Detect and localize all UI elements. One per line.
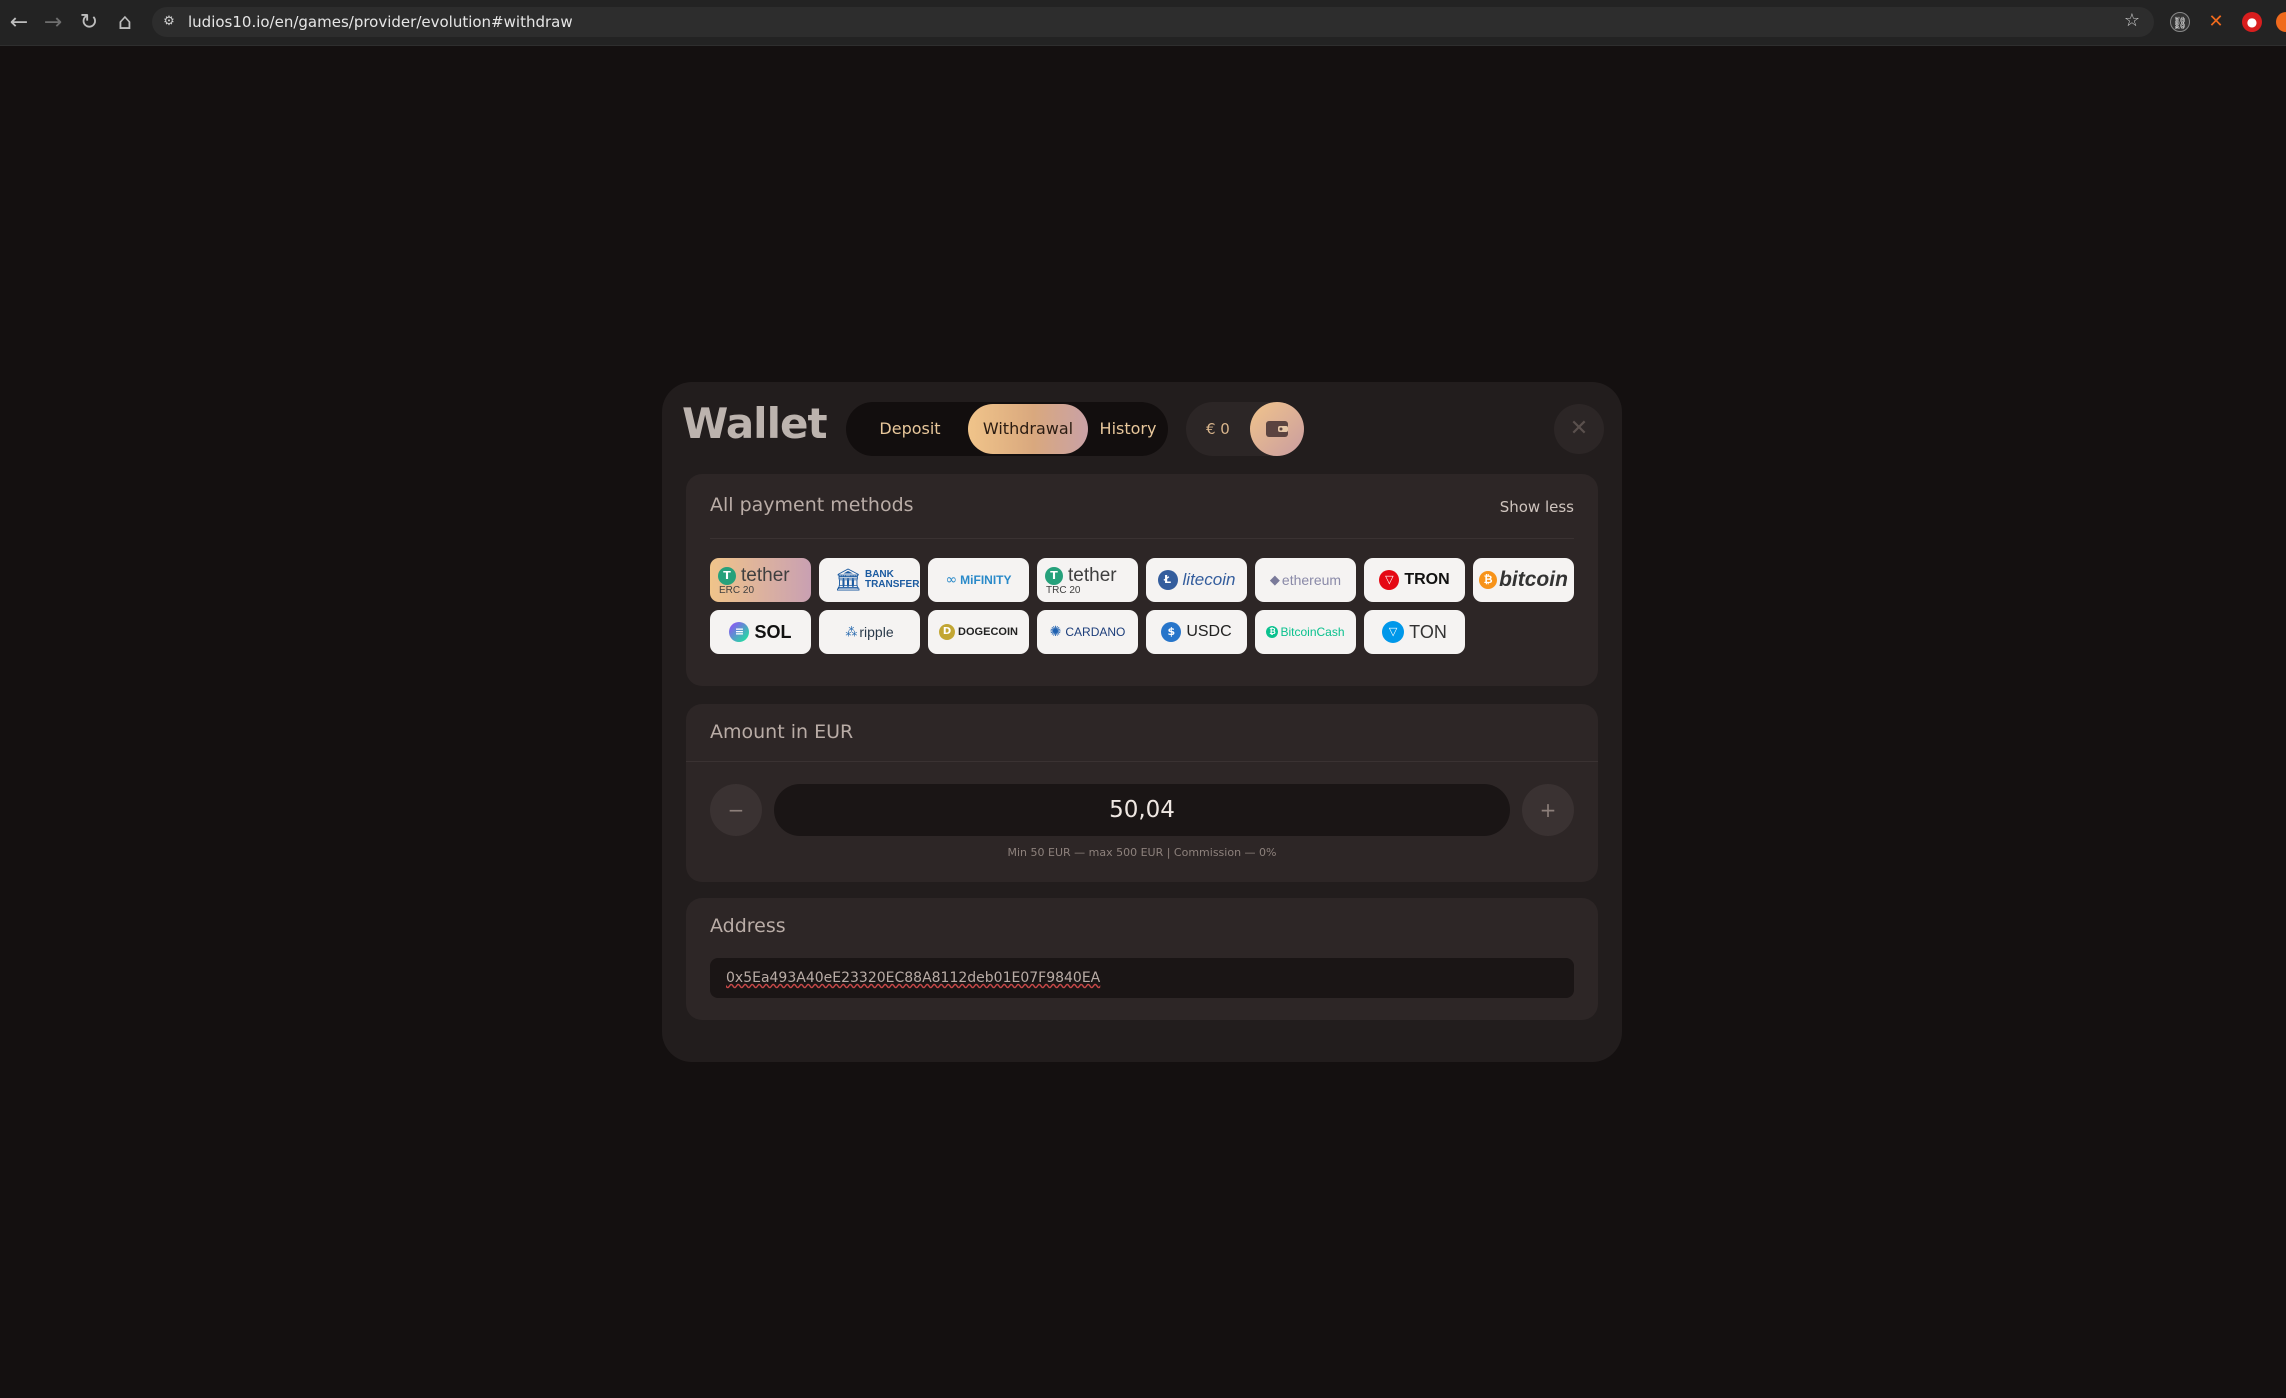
bookmark-star-icon[interactable]: ☆: [2124, 10, 2140, 31]
method-sol[interactable]: ≡ SOL: [710, 610, 811, 654]
extension-partial-icon[interactable]: [2276, 12, 2286, 32]
method-ethereum[interactable]: ◆ ethereum: [1255, 558, 1356, 602]
tab-history[interactable]: History: [1096, 402, 1160, 456]
balance-pill: € 0: [1186, 402, 1304, 456]
amount-heading: Amount in EUR: [710, 721, 854, 743]
wallet-tabs: Deposit Withdrawal History: [846, 402, 1168, 456]
forward-icon[interactable]: →: [40, 10, 66, 36]
decrease-button[interactable]: −: [710, 784, 762, 836]
method-dogecoin[interactable]: D DOGECOIN: [928, 610, 1029, 654]
payment-methods-card: All payment methods Show less Ttether ER…: [686, 474, 1598, 686]
increase-button[interactable]: +: [1522, 784, 1574, 836]
reload-icon[interactable]: ↻: [76, 10, 102, 36]
ethereum-icon: ◆: [1269, 572, 1280, 588]
amount-card: Amount in EUR − 50,04 + Min 50 EUR — max…: [686, 704, 1598, 882]
bitcoin-icon: ₿: [1479, 571, 1498, 589]
address-input[interactable]: 0x5Ea493A40eE23320EC88A8112deb01E07F9840…: [710, 958, 1574, 998]
address-card: Address 0x5Ea493A40eE23320EC88A8112deb01…: [686, 898, 1598, 1020]
extension-red-icon[interactable]: ●: [2242, 12, 2262, 32]
ripple-icon: ⁂: [845, 625, 858, 639]
ton-icon: ▽: [1382, 621, 1405, 643]
bitcoin-cash-icon: ₿: [1266, 626, 1279, 638]
browser-toolbar: ← → ↻ ⌂ ⚙ ludios10.io/en/games/provider/…: [0, 0, 2286, 46]
method-tether-trc20[interactable]: Ttether TRC 20: [1037, 558, 1138, 602]
site-info-icon[interactable]: ⚙: [161, 14, 177, 30]
divider: [686, 761, 1598, 762]
mifinity-icon: ∞: [945, 572, 958, 588]
url-text[interactable]: ludios10.io/en/games/provider/evolution#…: [188, 13, 573, 31]
divider: [710, 538, 1574, 539]
method-usdc[interactable]: $ USDC: [1146, 610, 1247, 654]
balance-amount: € 0: [1206, 420, 1230, 438]
method-mifinity[interactable]: ∞ MiFINITY: [928, 558, 1029, 602]
payment-methods-heading: All payment methods: [710, 494, 914, 516]
home-icon[interactable]: ⌂: [112, 10, 138, 36]
amount-input[interactable]: 50,04: [774, 784, 1510, 836]
back-icon[interactable]: ←: [6, 10, 32, 36]
tether-icon: T: [1045, 566, 1063, 585]
tether-icon: T: [718, 566, 736, 585]
bank-icon: 🏛: [834, 567, 862, 593]
show-less-link[interactable]: Show less: [1500, 498, 1574, 516]
method-bank-transfer[interactable]: 🏛 BANK TRANSFER: [819, 558, 920, 602]
cardano-icon: ✺: [1049, 624, 1062, 640]
method-cardano[interactable]: ✺ CARDANO: [1037, 610, 1138, 654]
method-tether-erc20[interactable]: Ttether ERC 20: [710, 558, 811, 602]
solana-icon: ≡: [729, 622, 750, 642]
address-heading: Address: [710, 915, 786, 937]
extension-x-icon[interactable]: ✕: [2206, 12, 2226, 32]
method-litecoin[interactable]: Ł litecoin: [1146, 558, 1247, 602]
extension-link-icon[interactable]: ⛓: [2170, 12, 2190, 32]
litecoin-icon: Ł: [1157, 570, 1178, 590]
wallet-modal: Wallet Deposit Withdrawal History € 0 ✕ …: [662, 382, 1622, 1062]
method-bitcoin-cash[interactable]: ₿ BitcoinCash: [1255, 610, 1356, 654]
wallet-button[interactable]: [1250, 402, 1304, 456]
method-ton[interactable]: ▽ TON: [1364, 610, 1465, 654]
tab-deposit[interactable]: Deposit: [864, 402, 956, 456]
tab-withdrawal[interactable]: Withdrawal: [968, 404, 1088, 454]
dogecoin-icon: D: [939, 624, 956, 640]
tron-icon: ▽: [1379, 570, 1400, 590]
wallet-icon: [1266, 421, 1288, 437]
method-ripple[interactable]: ⁂ ripple: [819, 610, 920, 654]
wallet-title: Wallet: [682, 399, 828, 448]
amount-limits: Min 50 EUR — max 500 EUR | Commission — …: [1007, 846, 1277, 859]
close-icon[interactable]: ✕: [1554, 404, 1604, 454]
usdc-icon: $: [1161, 622, 1182, 642]
address-bar[interactable]: ⚙ ludios10.io/en/games/provider/evolutio…: [152, 7, 2154, 37]
method-tron[interactable]: ▽ TRON: [1364, 558, 1465, 602]
address-value: 0x5Ea493A40eE23320EC88A8112deb01E07F9840…: [726, 970, 1101, 986]
method-bitcoin[interactable]: ₿ bitcoin: [1473, 558, 1574, 602]
